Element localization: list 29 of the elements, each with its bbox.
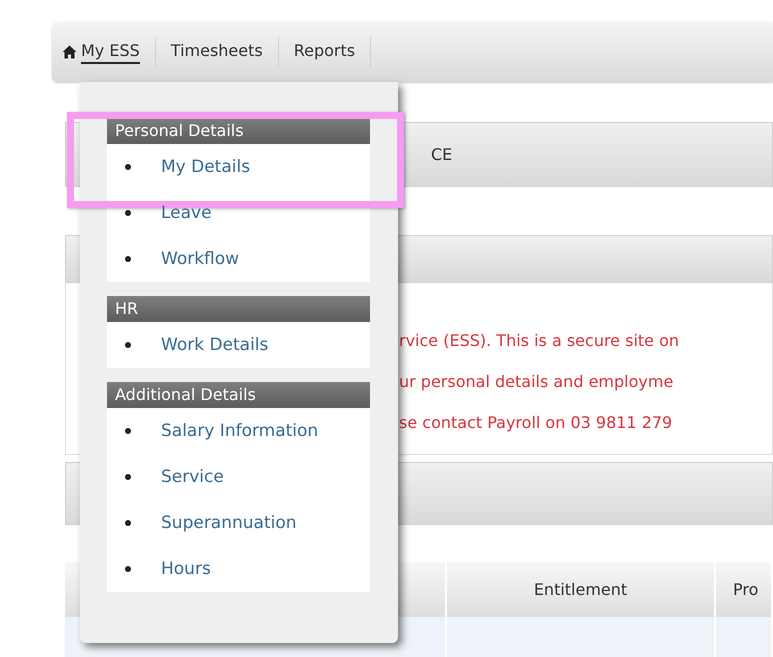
section-header: Additional Details xyxy=(107,382,370,408)
bullet-icon xyxy=(125,342,131,348)
notice-text: rvice (ESS). This is a secure site on xyxy=(399,330,680,352)
bullet-icon xyxy=(125,210,131,216)
bullet-icon xyxy=(125,256,131,262)
column-label: Entitlement xyxy=(534,580,628,599)
column-label: Pro xyxy=(733,580,758,599)
menu-link[interactable]: Work Details xyxy=(161,335,268,355)
bullet-icon xyxy=(125,164,131,170)
notice-text: se contact Payroll on 03 9811 279 xyxy=(399,412,672,434)
menu-link[interactable]: Workflow xyxy=(161,249,240,269)
menu-link[interactable]: Superannuation xyxy=(161,513,297,533)
menu-link[interactable]: My Details xyxy=(161,157,250,177)
bullet-icon xyxy=(125,474,131,480)
bullet-icon xyxy=(125,566,131,572)
menu-link[interactable]: Leave xyxy=(161,203,212,223)
notice-text: ur personal details and employme xyxy=(399,371,674,393)
nav-tab[interactable]: Timesheets xyxy=(170,36,279,68)
home-icon xyxy=(62,45,77,59)
panel-title: CE xyxy=(431,145,452,164)
section-header: HR xyxy=(107,296,370,322)
bullet-icon xyxy=(125,520,131,526)
section-header: Personal Details xyxy=(107,118,370,144)
menu-link[interactable]: Service xyxy=(161,467,224,487)
nav-tab[interactable]: My ESS xyxy=(62,36,156,68)
menu-link[interactable]: Salary Information xyxy=(161,421,318,441)
menu-link[interactable]: Hours xyxy=(161,559,211,579)
nav-tab[interactable]: Reports xyxy=(294,36,372,68)
bullet-icon xyxy=(125,428,131,434)
